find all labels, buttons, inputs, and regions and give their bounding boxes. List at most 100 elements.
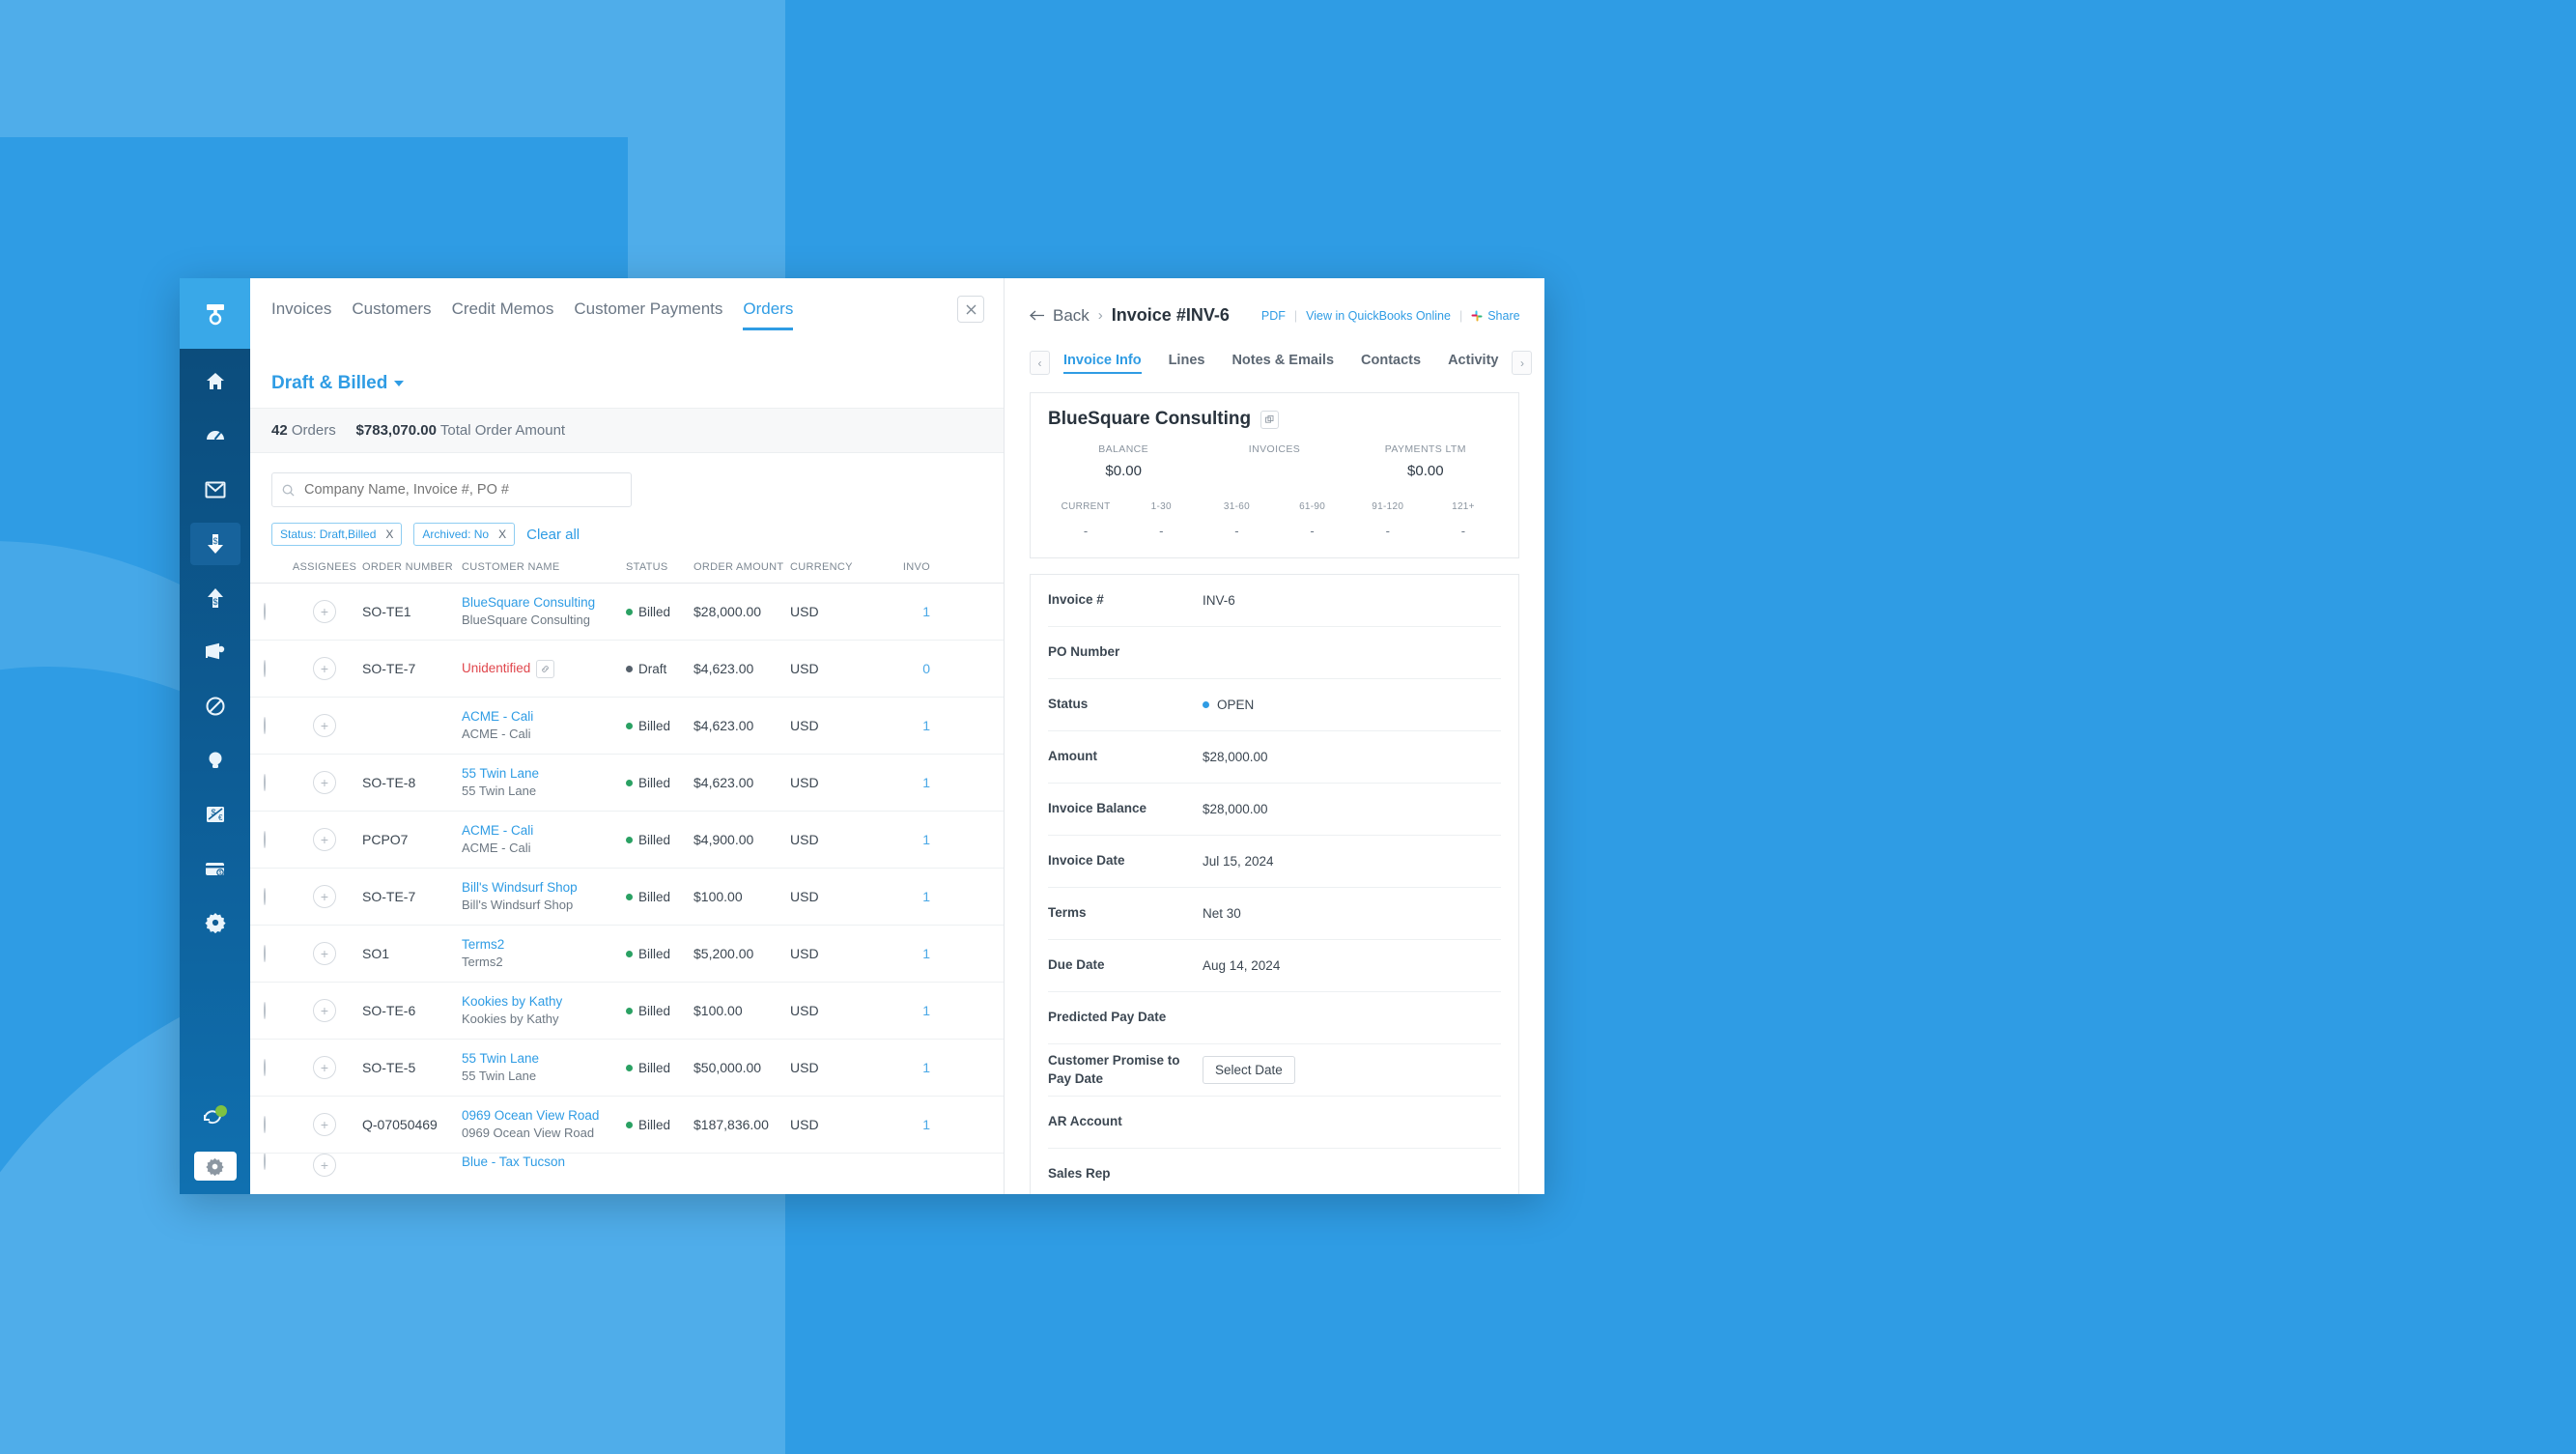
table-row[interactable]: + Blue - Tax Tucson (250, 1153, 1004, 1183)
sidebar-item-targets[interactable] (190, 685, 241, 727)
table-row[interactable]: + ACME - Cali ACME - Cali Billed $4,623.00 US… (250, 697, 1004, 754)
table-row[interactable]: + SO1 Terms2 Terms2 Billed $5,200.00 USD 1 (250, 925, 1004, 982)
tab-customers[interactable]: Customers (352, 299, 431, 330)
row-radio[interactable] (264, 603, 266, 620)
select-date-button[interactable]: Select Date (1203, 1056, 1295, 1084)
close-button[interactable] (957, 296, 984, 323)
sidebar-item-mail[interactable] (190, 469, 241, 511)
saved-view-selector[interactable]: Draft & Billed (250, 359, 1004, 408)
customer-link[interactable]: 55 Twin Lane (462, 1050, 626, 1068)
add-assignee-button[interactable]: + (313, 885, 336, 908)
add-assignee-button[interactable]: + (313, 657, 336, 680)
tab-invoices[interactable]: Invoices (271, 299, 331, 330)
chip-remove-icon[interactable]: X (385, 527, 393, 541)
row-radio[interactable] (264, 1116, 266, 1133)
tab-lines[interactable]: Lines (1169, 353, 1205, 374)
sidebar-item-insights[interactable] (190, 739, 241, 782)
view-in-quickbooks-link[interactable]: View in QuickBooks Online (1306, 309, 1451, 323)
settings-gear-icon[interactable] (193, 1152, 237, 1181)
customer-link[interactable]: 0969 Ocean View Road (462, 1107, 626, 1125)
tabs-next-button[interactable]: › (1512, 351, 1533, 375)
invoice-count-link[interactable]: 1 (922, 1060, 930, 1075)
back-button[interactable]: Back (1030, 306, 1090, 326)
add-assignee-button[interactable]: + (313, 1056, 336, 1079)
tab-contacts[interactable]: Contacts (1361, 353, 1421, 374)
customer-link[interactable]: 55 Twin Lane (462, 765, 626, 783)
table-row[interactable]: + SO-TE-5 55 Twin Lane 55 Twin Lane Billed $5… (250, 1039, 1004, 1096)
invoice-count-link[interactable]: 1 (922, 775, 930, 790)
search-input[interactable] (302, 481, 621, 499)
search-box[interactable] (271, 472, 632, 507)
add-assignee-button[interactable]: + (313, 999, 336, 1022)
table-row[interactable]: + SO-TE-8 55 Twin Lane 55 Twin Lane Billed $4… (250, 754, 1004, 811)
customer-link[interactable]: ACME - Cali (462, 708, 626, 726)
table-row[interactable]: + SO-TE1 BlueSquare Consulting BlueSquare C… (250, 583, 1004, 640)
add-assignee-button[interactable]: + (313, 942, 336, 965)
add-assignee-button[interactable]: + (313, 828, 336, 851)
customer-link[interactable]: Blue - Tax Tucson (462, 1154, 626, 1171)
row-radio[interactable] (264, 945, 266, 962)
customer-link[interactable]: Kookies by Kathy (462, 993, 626, 1011)
tab-credit-memos[interactable]: Credit Memos (452, 299, 554, 330)
invoice-count-link[interactable]: 1 (922, 604, 930, 619)
customer-link[interactable]: Bill's Windsurf Shop (462, 879, 626, 897)
row-radio[interactable] (264, 1059, 266, 1076)
invoice-count-link[interactable]: 1 (922, 1117, 930, 1132)
link-icon[interactable] (536, 659, 555, 678)
add-assignee-button[interactable]: + (313, 771, 336, 794)
tab-activity[interactable]: Activity (1448, 353, 1498, 374)
row-radio[interactable] (264, 1002, 266, 1019)
add-assignee-button[interactable]: + (313, 1113, 336, 1136)
tabs-prev-button[interactable]: ‹ (1030, 351, 1050, 375)
row-radio[interactable] (264, 888, 266, 905)
sidebar-item-fx[interactable]: $ € (190, 793, 241, 836)
invoice-count-link[interactable]: 1 (922, 946, 930, 961)
pdf-link[interactable]: PDF (1261, 309, 1286, 323)
row-radio[interactable] (264, 1154, 266, 1170)
sidebar-item-dashboard[interactable] (190, 414, 254, 457)
tab-customer-payments[interactable]: Customer Payments (574, 299, 722, 330)
row-radio[interactable] (264, 831, 266, 848)
invoice-count-link[interactable]: 1 (922, 718, 930, 733)
sidebar-item-home[interactable] (190, 360, 241, 403)
clear-all-filters[interactable]: Clear all (526, 527, 580, 543)
chip-remove-icon[interactable]: X (498, 527, 506, 541)
share-button[interactable]: Share (1471, 309, 1520, 323)
row-radio[interactable] (264, 717, 266, 734)
sidebar-item-receivables[interactable]: $ (189, 523, 254, 565)
customer-link[interactable]: BlueSquare Consulting (462, 594, 626, 612)
sidebar-item-admin[interactable] (190, 901, 254, 944)
row-radio[interactable] (264, 660, 266, 677)
filter-chip-archived[interactable]: Archived: No X (413, 523, 516, 546)
table-row[interactable]: + SO-TE-6 Kookies by Kathy Kookies by Kathy… (250, 982, 1004, 1039)
filter-chip-status[interactable]: Status: Draft,Billed X (271, 523, 403, 546)
table-row[interactable]: + PCPO7 ACME - Cali ACME - Cali Billed $4,900… (250, 811, 1004, 868)
sync-status-icon[interactable] (194, 1101, 237, 1130)
add-assignee-button[interactable]: + (313, 714, 336, 737)
invoice-count-link[interactable]: 0 (922, 661, 930, 676)
copy-icon[interactable] (1260, 410, 1280, 429)
app-logo-icon[interactable] (180, 278, 250, 349)
invoice-count-link[interactable]: 1 (922, 889, 930, 904)
invoice-count-link[interactable]: 1 (922, 1003, 930, 1018)
tab-invoice-info[interactable]: Invoice Info (1063, 353, 1142, 374)
customer-link[interactable]: Terms2 (462, 936, 626, 954)
tab-notes-emails[interactable]: Notes & Emails (1231, 353, 1334, 374)
invoice-count-link[interactable]: 1 (922, 832, 930, 847)
table-row[interactable]: + SO-TE-7 Bill's Windsurf Shop Bill's Winds… (250, 868, 1004, 925)
table-row[interactable]: + Q-07050469 0969 Ocean View Road 0969 Ocea… (250, 1096, 1004, 1153)
customer-link[interactable]: ACME - Cali (462, 822, 626, 840)
sidebar-item-payments[interactable]: $ (190, 847, 241, 890)
table-row[interactable]: + SO-TE-7 Unidentified Draft $4,623.00 USD 0 (250, 640, 1004, 697)
sidebar-item-campaigns[interactable] (190, 631, 241, 673)
aging-label: 61-90 (1299, 501, 1326, 512)
sidebar-item-payables[interactable]: $ (190, 577, 254, 619)
status-dot (626, 608, 633, 615)
tab-orders[interactable]: Orders (743, 299, 793, 330)
add-assignee-button[interactable]: + (313, 1154, 336, 1177)
row-radio[interactable] (264, 774, 266, 791)
envelope-icon (205, 481, 225, 499)
aging-value: - (1310, 524, 1315, 538)
customer-link[interactable]: Unidentified (462, 659, 555, 678)
add-assignee-button[interactable]: + (313, 600, 336, 623)
